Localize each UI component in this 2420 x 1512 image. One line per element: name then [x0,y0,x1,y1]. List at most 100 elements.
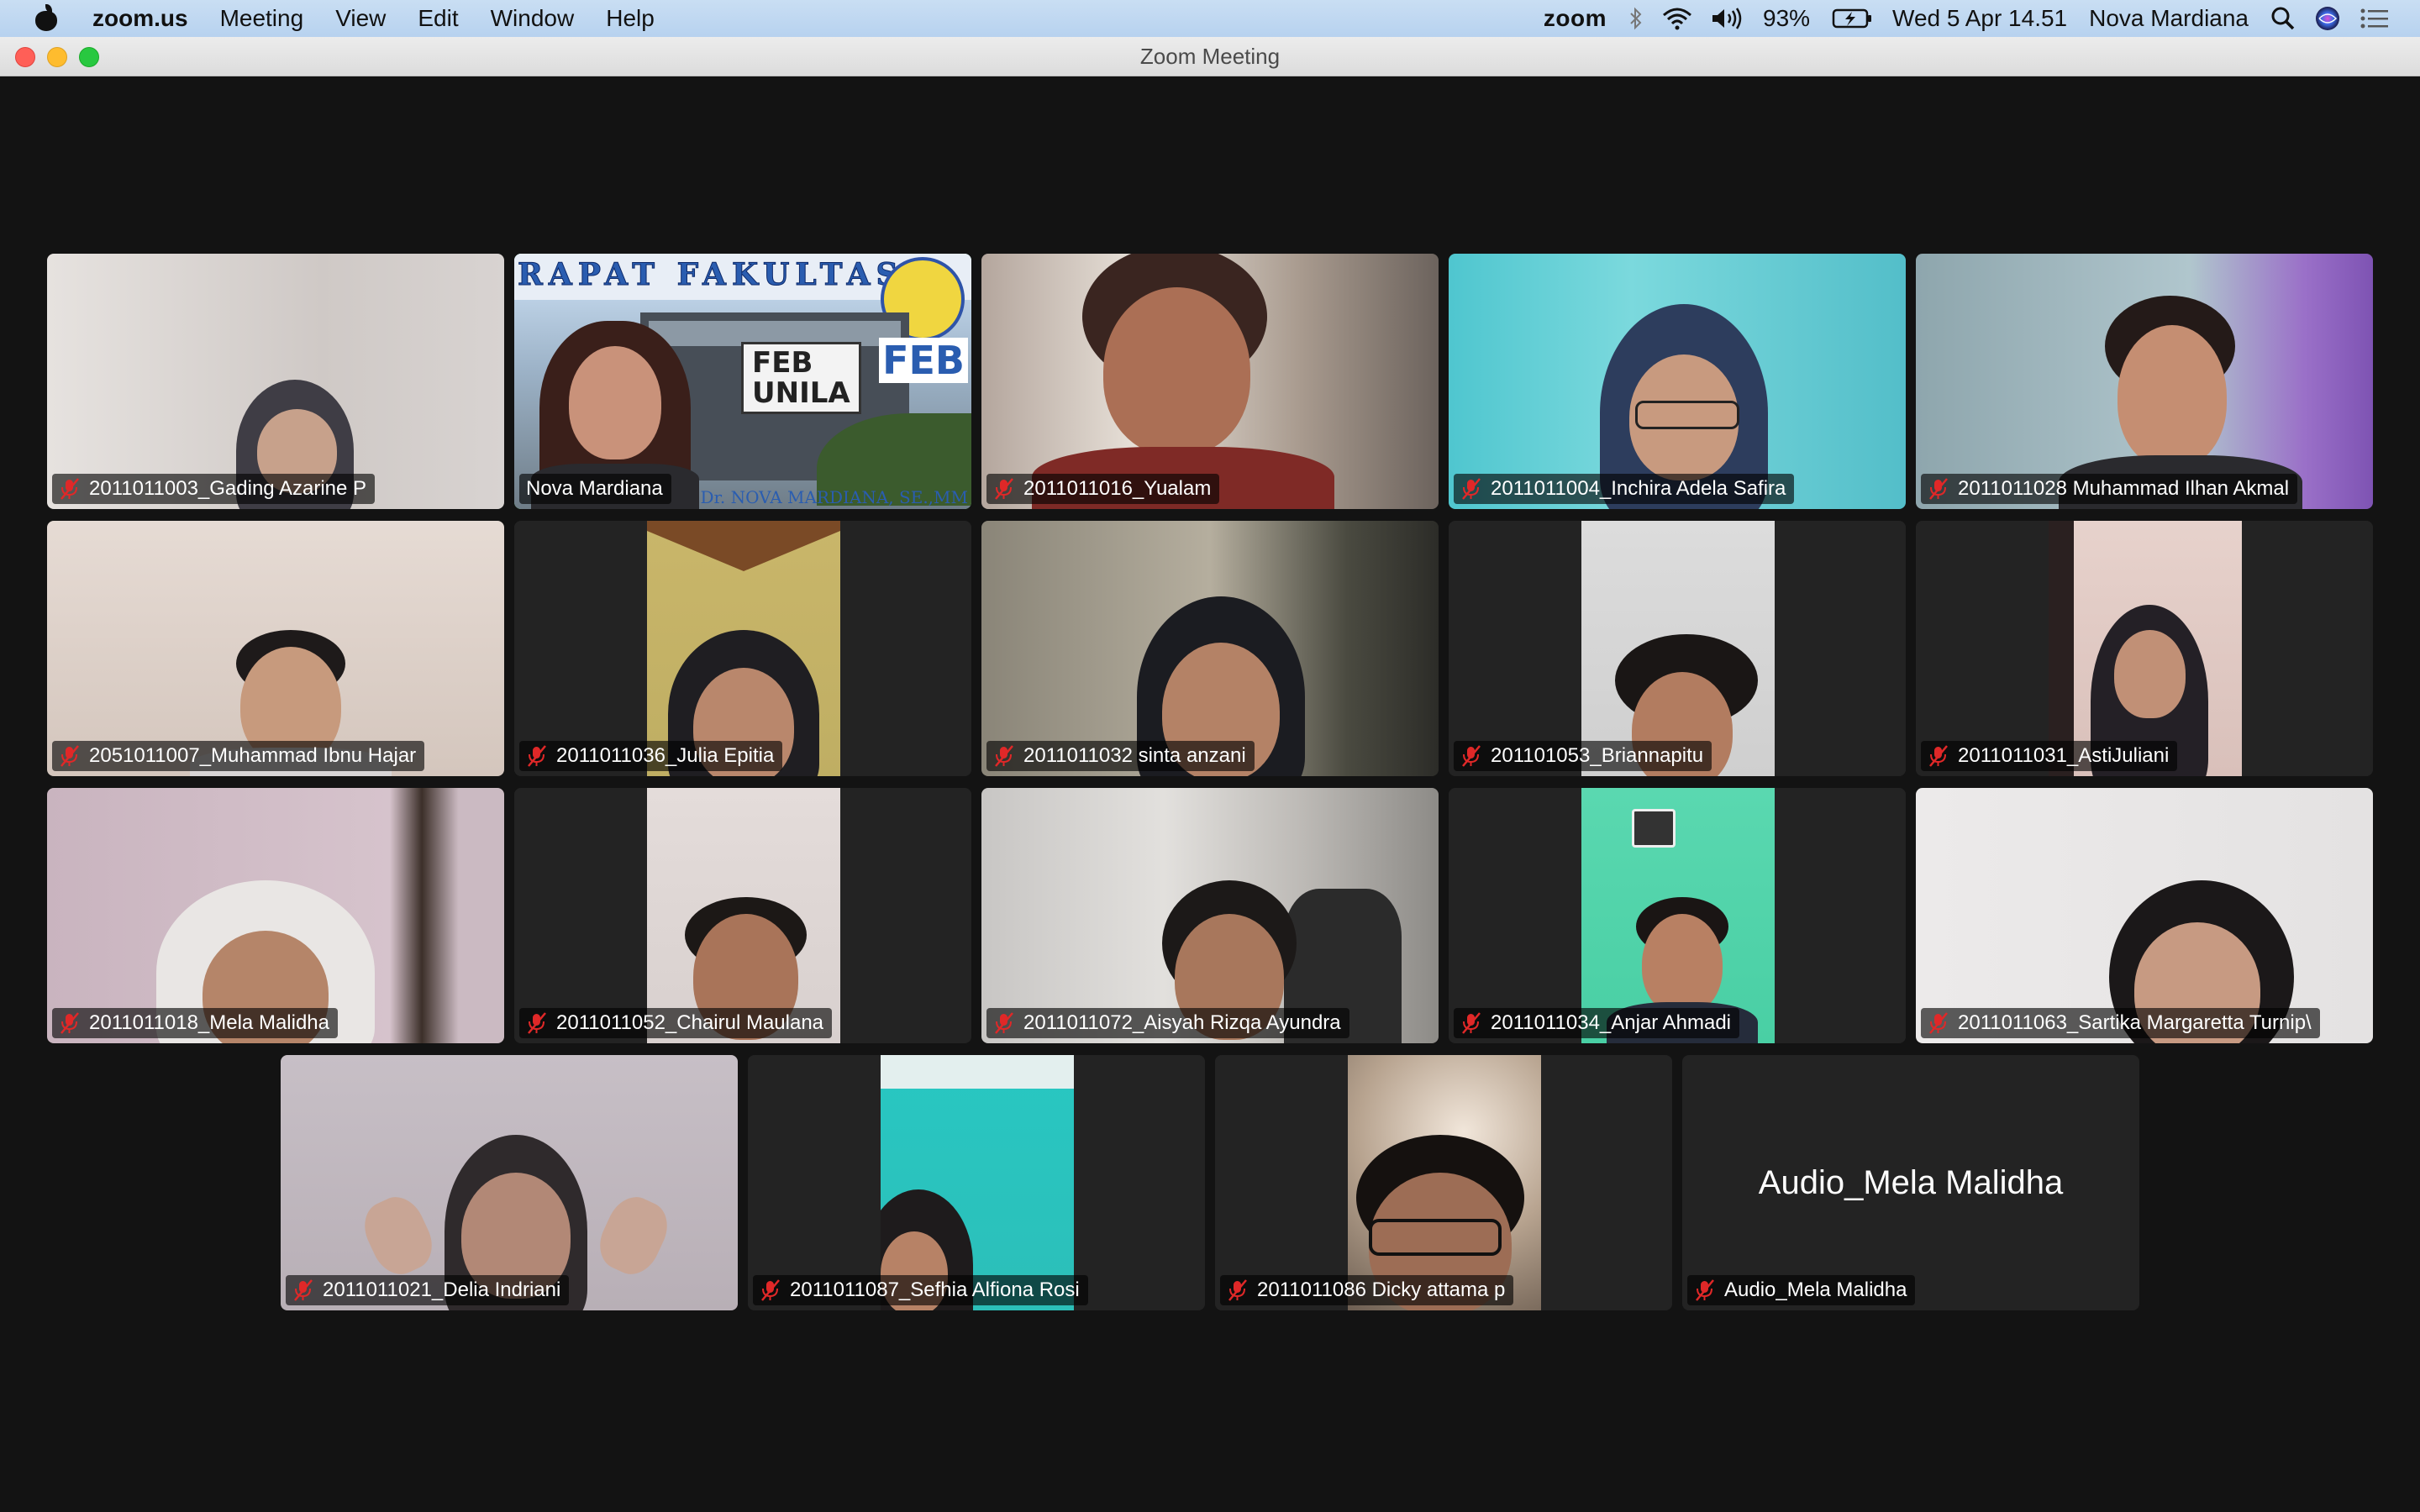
mic-muted-icon [1462,478,1481,500]
participant-name: 2011011003_Gading Azarine P [89,477,367,500]
participant-name-tag: 2011011063_Sartika Margaretta Turnip\ [1921,1008,2320,1038]
participant-name: 2011011031_AstiJuliani [1958,744,2170,767]
participant-name-tag: Nova Mardiana [519,474,671,504]
participant-tile[interactable]: 2011011034_Anjar Ahmadi [1449,788,1906,1043]
participant-name-tag: 2011011036_Julia Epitia [519,741,783,771]
participant-tile[interactable]: 2011011086 Dicky attama p [1215,1055,1672,1310]
participant-tile-active-speaker[interactable]: RAPAT FAKULTAS FEB UNILA FEB Dr. NOVA MA… [514,254,971,509]
window-title: Zoom Meeting [1139,44,1281,69]
volume-icon[interactable] [1711,7,1744,30]
audio-only-display-name: Audio_Mela Malidha [1758,1164,2064,1201]
participant-tile[interactable]: 2011011018_Mela Malidha [47,788,504,1043]
menu-bar: zoom.us Meeting View Edit Window Help zo… [0,0,2420,37]
participant-name: Audio_Mela Malidha [1724,1278,1907,1301]
siri-icon[interactable] [2314,5,2341,32]
participant-name: 2011011028 Muhammad Ilhan Akmal [1958,477,2290,500]
participant-tile-audio-only[interactable]: Audio_Mela Malidha Audio_Mela Malidha [1682,1055,2139,1310]
participant-tile[interactable]: 2011011036_Julia Epitia [514,521,971,776]
menu-window[interactable]: Window [491,5,575,32]
wifi-icon[interactable] [1662,7,1692,30]
participant-video [47,521,504,776]
participant-name-tag: 2011011087_Sefhia Alfiona Rosi [753,1275,1088,1305]
mic-muted-icon [60,478,79,500]
mic-muted-icon [1462,745,1481,767]
participant-tile[interactable]: 2011011072_Aisyah Rizqa Ayundra [981,788,1439,1043]
participant-tile[interactable]: 2011011032 sinta anzani [981,521,1439,776]
participant-name: 2011011004_Inchira Adela Safira [1491,477,1786,500]
participant-tile[interactable]: 2011011004_Inchira Adela Safira [1449,254,1906,509]
participant-video [514,788,971,1043]
participant-name: 2011011036_Julia Epitia [556,744,775,767]
participant-name: Nova Mardiana [526,477,663,500]
participant-video [981,254,1439,509]
participant-name: 2011011086 Dicky attama p [1257,1278,1506,1301]
participant-name-tag: Audio_Mela Malidha [1687,1275,1916,1305]
participant-tile[interactable]: 2011011087_Sefhia Alfiona Rosi [748,1055,1205,1310]
menu-edit[interactable]: Edit [418,5,458,32]
participant-tile[interactable]: 2011011021_Delia Indriani [281,1055,738,1310]
mic-muted-icon [1929,478,1948,500]
participant-name: 2011011052_Chairul Maulana [556,1011,824,1034]
banner-heading: RAPAT FAKULTAS [518,257,904,293]
participant-video [1449,521,1906,776]
participant-video [981,788,1439,1043]
participant-name: 2011011018_Mela Malidha [89,1011,329,1034]
participant-name-tag: 2011011021_Delia Indriani [286,1275,570,1305]
control-center-icon[interactable] [2360,7,2390,30]
participant-name-tag: 2011011003_Gading Azarine P [52,474,376,504]
gallery-view: 2011011003_Gading Azarine P RAPAT FAKULT… [0,76,2420,1512]
participant-tile[interactable]: 2051011007_Muhammad Ibnu Hajar [47,521,504,776]
participant-video [981,521,1439,776]
feb-logo-text: FEB [879,338,968,383]
participant-video [47,788,504,1043]
participant-video [1449,254,1906,509]
participant-tile[interactable]: 2011011031_AstiJuliani [1916,521,2373,776]
mic-muted-icon [995,745,1013,767]
participant-name-tag: 2011011032 sinta anzani [986,741,1255,771]
participant-name-tag: 2011011031_AstiJuliani [1921,741,2178,771]
menu-meeting[interactable]: Meeting [220,5,304,32]
search-icon[interactable] [2270,6,2296,31]
apple-icon[interactable] [34,4,59,33]
date-time[interactable]: Wed 5 Apr 14.51 [1892,5,2067,32]
participant-video [1916,254,2373,509]
mic-muted-icon [1929,745,1948,767]
battery-icon[interactable] [1832,7,1874,30]
participant-tile[interactable]: 2011011052_Chairul Maulana [514,788,971,1043]
mic-muted-icon [528,1012,546,1034]
participant-name: 2051011007_Muhammad Ibnu Hajar [89,744,417,767]
mic-muted-icon [761,1279,780,1301]
app-menus: zoom.us Meeting View Edit Window Help [92,5,687,32]
participant-tile[interactable]: 201101053_Briannapitu [1449,521,1906,776]
participant-video [1215,1055,1672,1310]
participant-name: 2011011063_Sartika Margaretta Turnip\ [1958,1011,2312,1034]
participant-tile[interactable]: 2011011063_Sartika Margaretta Turnip\ [1916,788,2373,1043]
participant-name-tag: 2011011028 Muhammad Ilhan Akmal [1921,474,2298,504]
participant-tile[interactable]: 2011011003_Gading Azarine P [47,254,504,509]
banner-footer: Dr. NOVA MARDIANA, SE.,MM [700,487,968,507]
mic-muted-icon [995,1012,1013,1034]
bluetooth-icon[interactable] [1628,7,1644,30]
mic-muted-icon [1462,1012,1481,1034]
mic-muted-icon [528,745,546,767]
participant-video [514,521,971,776]
participant-tile[interactable]: 2011011016_Yualam [981,254,1439,509]
menu-help[interactable]: Help [606,5,655,32]
user-name[interactable]: Nova Mardiana [2089,5,2249,32]
participant-name: 2011011034_Anjar Ahmadi [1491,1011,1732,1034]
participant-name: 201101053_Briannapitu [1491,744,1704,767]
mic-muted-icon [995,478,1013,500]
participant-video: RAPAT FAKULTAS FEB UNILA FEB Dr. NOVA MA… [514,254,971,509]
menu-app[interactable]: zoom.us [92,5,188,32]
participant-name: 2011011032 sinta anzani [1023,744,1246,767]
participant-name-tag: 201101053_Briannapitu [1454,741,1712,771]
mic-muted-icon [1929,1012,1948,1034]
participant-video [1916,788,2373,1043]
menu-view[interactable]: View [335,5,386,32]
participant-name-tag: 2011011052_Chairul Maulana [519,1008,833,1038]
participant-name-tag: 2011011034_Anjar Ahmadi [1454,1008,1740,1038]
participant-tile[interactable]: 2011011028 Muhammad Ilhan Akmal [1916,254,2373,509]
zoom-status-icon[interactable]: zoom [1544,5,1607,32]
mic-muted-icon [1228,1279,1247,1301]
mic-muted-icon [294,1279,313,1301]
